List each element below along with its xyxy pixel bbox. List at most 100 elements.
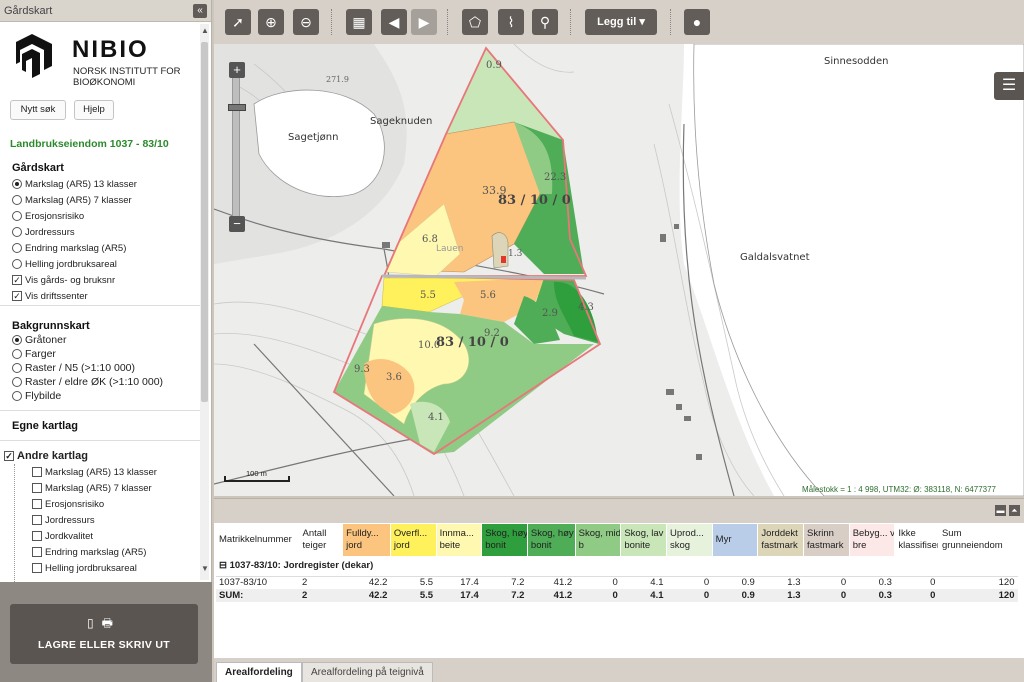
gardskart-title: Gårdskart [12,162,64,174]
measure-distance-button[interactable]: ⌇ [498,9,524,35]
column-header[interactable]: Jorddekt fastmark [757,524,805,556]
andre-kartlag-item[interactable]: Markslag (AR5) 13 klasser [32,464,198,480]
next-view-button[interactable]: ▶ [411,9,437,35]
select-pointer-button[interactable]: ➚ [225,9,251,35]
zoom-slider-plus-button[interactable]: + [229,62,245,78]
gardskart-option[interactable]: ✓ Vis driftssenter [12,288,202,304]
column-header[interactable]: Skrinn fastmark [803,524,850,556]
group-label[interactable]: ⊟ 1037-83/10: Jordregister (dekar) [216,556,1018,577]
add-dropdown-button[interactable]: Legg til ▾ [585,9,657,35]
gardskart-option[interactable]: Erosjonsrisiko [12,208,202,224]
column-header[interactable]: Sum grunneiendom [938,524,1019,556]
minimize-panel-button[interactable]: ▬ [995,505,1006,516]
radio-button[interactable] [12,391,22,401]
column-header[interactable]: Innma... beite [436,524,483,556]
zoom-slider[interactable] [228,62,244,234]
bakgrunn-option[interactable]: Gråtoner [12,333,202,347]
new-search-button[interactable]: Nytt søk [10,100,66,120]
mark-point-button[interactable]: ⚲ [532,9,558,35]
scroll-thumb[interactable] [201,42,208,402]
gardskart-option[interactable]: Markslag (AR5) 7 klasser [12,192,202,208]
andre-kartlag-item[interactable]: Helling jordbruksareal [32,560,198,576]
zoom-track[interactable] [232,70,240,226]
zoom-in-button[interactable]: ⊕ [258,9,284,35]
radio-button[interactable] [12,195,22,205]
help-button[interactable]: Hjelp [74,100,114,120]
checkbox[interactable] [32,531,42,541]
scroll-up-icon[interactable]: ▲ [201,26,209,35]
previous-view-button[interactable]: ◀ [381,9,407,35]
andre-kartlag-toggle[interactable]: ✓ Andre kartlag [4,448,198,464]
column-header[interactable]: Ikke klassifiser [894,524,939,556]
radio-button[interactable] [12,259,22,269]
scroll-down-icon[interactable]: ▼ [201,564,209,573]
checkbox[interactable] [32,515,42,525]
gardskart-option[interactable]: Jordressurs [12,224,202,240]
column-header[interactable]: Skog, middelsb [575,524,622,556]
collapse-panel-button[interactable]: « [193,3,207,18]
nibio-logo-icon [16,34,52,78]
column-header[interactable]: Skog, lav bonite [620,524,667,556]
column-header[interactable]: Matrikkelnummer [216,524,300,556]
save-print-button[interactable]: ▯🖶 LAGRE ELLER SKRIV UT [10,604,198,664]
radio-button[interactable] [12,243,22,253]
gardskart-option[interactable]: ✓ Vis gårds- og bruksnr [12,272,202,288]
andre-kartlag-item[interactable]: Erosjonsrisiko [32,496,198,512]
checkbox[interactable] [32,467,42,477]
andre-kartlag-item[interactable]: Endring markslag (AR5) [32,544,198,560]
gardskart-option[interactable]: Helling jordbruksareal [12,256,202,272]
tab-arealfordeling-teig[interactable]: Arealfordeling på teignivå [302,662,433,682]
expand-panel-button[interactable]: ⏶ [1009,505,1020,516]
table-cell: 5.5 [390,589,437,602]
egne-kartlag-title[interactable]: Egne kartlag [12,420,78,432]
checkbox[interactable] [32,483,42,493]
radio-button[interactable] [12,377,22,387]
column-header[interactable]: Fulldy... jord [342,524,391,556]
bakgrunn-option[interactable]: Farger [12,347,202,361]
bakgrunn-option[interactable]: Raster / N5 (>1:10 000) [12,361,202,375]
checkbox[interactable]: ✓ [12,291,22,301]
checkbox[interactable] [32,563,42,573]
column-header[interactable]: Antall teiger [299,524,344,556]
column-header[interactable]: Skog, høy bonit [481,524,528,556]
radio-button[interactable] [12,335,22,345]
column-header[interactable]: Overfl... jord [390,524,437,556]
andre-kartlag-item[interactable]: Jordkvalitet [32,528,198,544]
info-feedback-button[interactable]: ● [684,9,710,35]
radio-button[interactable] [12,211,22,221]
checkbox[interactable] [32,499,42,509]
column-header[interactable]: Myr [712,524,759,556]
checkbox[interactable]: ✓ [12,275,22,285]
checkbox[interactable] [32,547,42,557]
zoom-out-button[interactable]: ⊖ [293,9,319,35]
andre-kartlag-item[interactable]: Jordressurs [32,512,198,528]
column-header[interactable]: Bebyg... vann,bre [849,524,896,556]
group-row[interactable]: ⊟ 1037-83/10: Jordregister (dekar) [216,556,1018,577]
gardskart-option[interactable]: Markslag (AR5) 13 klasser [12,176,202,192]
andre-kartlag-checkbox[interactable]: ✓ [4,451,14,461]
option-label: Flybilde [25,390,62,402]
radio-button[interactable] [12,179,22,189]
bakgrunn-option[interactable]: Flybilde [12,389,202,403]
option-label: Helling jordbruksareal [25,258,117,270]
option-label: Endring markslag (AR5) [45,546,147,558]
andre-kartlag-section: ✓ Andre kartlag Markslag (AR5) 13 klasse… [4,448,198,582]
bakgrunn-option[interactable]: Raster / eldre ØK (>1:10 000) [12,375,202,389]
radio-button[interactable] [12,363,22,373]
zoom-slider-minus-button[interactable]: − [229,216,245,232]
tab-arealfordeling[interactable]: Arealfordeling [216,662,302,682]
map-overview-button[interactable]: ▦ [346,9,372,35]
measure-area-button[interactable]: ⬠ [462,9,488,35]
gardskart-option[interactable]: Endring markslag (AR5) [12,240,202,256]
andre-kartlag-item[interactable]: Markslag (AR5) 7 klasser [32,480,198,496]
radio-button[interactable] [12,227,22,237]
layers-list-button[interactable]: ☰ [994,72,1024,100]
zoom-slider-handle[interactable] [228,104,246,111]
column-header[interactable]: Skog, høy bonit [527,524,576,556]
left-panel-scrollbar[interactable]: ▲ ▼ [200,24,209,580]
radio-button[interactable] [12,349,22,359]
map-view[interactable]: 0.9 33.9 22.3 6.8 1.3 5.5 5.6 2.9 4.3 9.… [214,44,1024,496]
column-header[interactable]: Uprod... skog [666,524,713,556]
table-cell: 0 [840,577,847,589]
results-panel: ▬ ⏶ Matrikkelnummer Antall teiger Fulldy...… [214,498,1024,682]
